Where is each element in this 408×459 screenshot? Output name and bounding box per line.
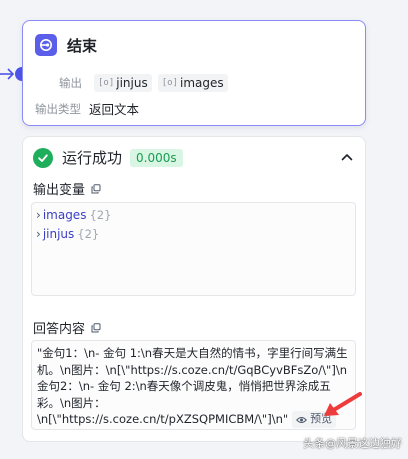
chevron-right-icon: ›: [36, 208, 41, 222]
output-var-name: images: [180, 76, 224, 90]
tree-count: {2}: [77, 227, 100, 241]
collapse-button[interactable]: [339, 149, 355, 165]
object-type-icon: [o]: [98, 78, 115, 88]
chevron-right-icon: ›: [36, 227, 41, 241]
success-check-icon: [33, 147, 53, 168]
copy-icon[interactable]: [91, 183, 101, 194]
answer-content-box: "金句1：\n- 金句 1:\n春天是大自然的情书，字里行间写满生 机。\n图片…: [31, 340, 356, 430]
run-status-row: 运行成功 0.000s: [33, 147, 183, 168]
answer-line-last: \n[\"https://s.coze.cn/t/pXZSQPMICBM/\"]…: [37, 411, 350, 428]
node-header: 结束: [35, 34, 97, 56]
output-vars-title: 输出变量: [33, 179, 101, 198]
object-type-icon: [o]: [161, 78, 178, 88]
answer-line: 金句2：\n- 金句 2:\n春天像个调皮鬼，悄悄把世界涂成五: [37, 379, 331, 393]
duration-badge: 0.000s: [130, 148, 183, 167]
output-vars-box: › images {2} › jinjus {2}: [31, 202, 356, 296]
run-result-panel: 运行成功 0.000s 输出变量 › images {2} › jinjus {…: [22, 136, 366, 442]
answer-line-text: \n[\"https://s.coze.cn/t/pXZSQPMICBM/\"]…: [37, 412, 289, 426]
output-vars-title-text: 输出变量: [33, 183, 86, 198]
run-status-text: 运行成功: [62, 149, 123, 167]
answer-title: 回答内容: [33, 318, 101, 337]
chevron-up-icon: [341, 154, 353, 161]
output-label: 输出: [59, 76, 82, 90]
output-type-label: 输出类型: [35, 101, 81, 116]
node-title: 结束: [67, 36, 98, 55]
end-node-icon: [35, 34, 57, 56]
output-var-name: jinjus: [116, 76, 148, 90]
eye-icon: [296, 416, 308, 423]
answer-line: 彩。\n图片：: [37, 395, 106, 410]
output-var-tag: [o] jinjus: [94, 74, 152, 92]
output-row: 输出 [o] jinjus [o] images: [59, 74, 228, 92]
answer-title-text: 回答内容: [33, 322, 86, 337]
answer-line: "金句1：\n- 金句 1:\n春天是大自然的情书，字里行间写满生: [37, 346, 348, 360]
tree-row[interactable]: › jinjus {2}: [36, 227, 99, 241]
end-node-card[interactable]: 结束 输出 [o] jinjus [o] images 输出类型 返回文本: [22, 20, 366, 126]
tree-key: jinjus: [42, 227, 75, 241]
output-type-value: 返回文本: [89, 102, 140, 117]
copy-icon[interactable]: [91, 322, 101, 333]
output-type-row: 输出类型 返回文本: [35, 99, 139, 118]
answer-line: 机。\n图片：\n[\"https://s.coze.cn/t/GqBCyvBF…: [37, 362, 347, 377]
tree-count: {2}: [89, 208, 112, 222]
annotation-arrow-icon: [324, 392, 362, 416]
tree-row[interactable]: › images {2}: [36, 208, 111, 222]
tree-key: images: [42, 208, 87, 222]
output-var-tag: [o] images: [157, 74, 228, 92]
watermark: 头条@风景这边独好: [303, 437, 402, 450]
